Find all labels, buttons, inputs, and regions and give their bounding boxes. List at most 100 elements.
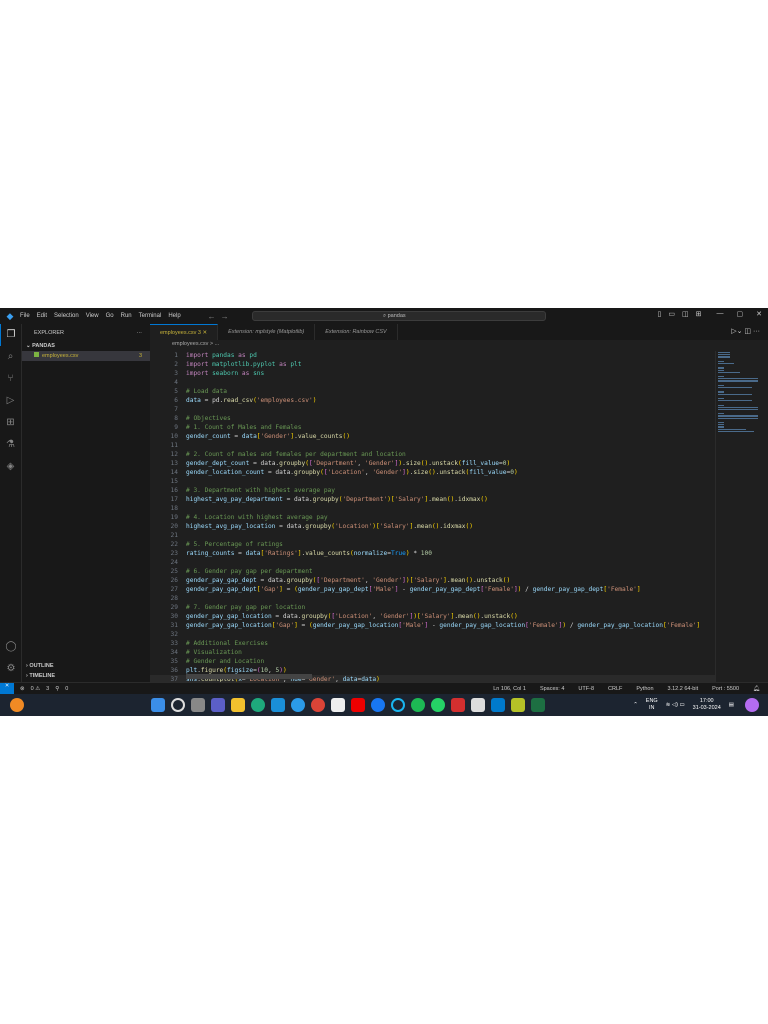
code-line[interactable]: 7 [150,405,715,414]
code-line[interactable]: 16 # 3. Department with highest average p… [150,486,715,495]
menu-go[interactable]: Go [106,313,114,319]
code-line[interactable]: 29 # 7. Gender pay gap per location [150,603,715,612]
search-icon[interactable] [171,698,185,712]
run-debug-icon[interactable]: ▷ [0,390,21,412]
code-line[interactable]: 25 # 6. Gender pay gap per department [150,567,715,576]
code-line[interactable]: 32 [150,630,715,639]
code-line[interactable]: 15 [150,477,715,486]
menu-edit[interactable]: Edit [37,313,47,319]
code-line[interactable]: 10 gender_count = data['Gender'].value_co… [150,432,715,441]
code-line[interactable]: 1 import pandas as pd [150,351,715,360]
teams-icon[interactable] [211,698,225,712]
copilot-icon[interactable] [745,698,759,712]
code-line[interactable]: 3 import seaborn as sns [150,369,715,378]
code-line[interactable]: 17 highest_avg_pay_department = data.grou… [150,495,715,504]
task-view-icon[interactable] [191,698,205,712]
code-line[interactable]: 26 gender_pay_gap_dept = data.groupby(['D… [150,576,715,585]
source-control-icon[interactable]: ⑂ [0,368,21,390]
command-center-search[interactable]: ⌕ pandas [252,311,546,321]
whatsapp-icon[interactable] [431,698,445,712]
close-icon[interactable]: ✕ [756,310,762,318]
network-volume-battery-icon[interactable]: ≋ ◁) ▭ [666,702,685,709]
vscode-icon[interactable] [491,698,505,712]
notepad-icon[interactable] [471,698,485,712]
notification-icon[interactable]: ▤ [729,702,734,709]
file-explorer-icon[interactable] [231,698,245,712]
indentation[interactable]: Spaces: 4 [540,686,564,692]
line-ending[interactable]: CRLF [608,686,622,692]
alexa-icon[interactable] [391,698,405,712]
code-line[interactable]: 21 [150,531,715,540]
code-line[interactable]: 12 # 2. Count of males and females per de… [150,450,715,459]
code-line[interactable]: 27 gender_pay_gap_dept['Gap'] = (gender_p… [150,585,715,594]
encoding[interactable]: UTF-8 [578,686,594,692]
excel-icon[interactable] [531,698,545,712]
menu-selection[interactable]: Selection [54,313,79,319]
app-icon[interactable] [291,698,305,712]
chrome-icon[interactable] [311,698,325,712]
code-line[interactable]: 18 [150,504,715,513]
code-line[interactable]: 23 rating_counts = data['Ratings'].value_… [150,549,715,558]
menu-run[interactable]: Run [121,313,132,319]
remote-icon[interactable]: ⨯ [0,683,14,694]
code-line[interactable]: 13 gender_dept_count = data.groupby(['Dep… [150,459,715,468]
pycharm-icon[interactable] [511,698,525,712]
code-line[interactable]: 14 gender_location_count = data.groupby([… [150,468,715,477]
problems-indicator[interactable]: ⊗ 0 ⚠ 3 [20,686,49,692]
menu-terminal[interactable]: Terminal [139,313,162,319]
code-line[interactable]: 11 [150,441,715,450]
toggle-panel-icon[interactable]: ▭ [668,310,675,318]
code-line[interactable]: 19 # 4. Location with highest average pay [150,513,715,522]
app-icon[interactable] [371,698,385,712]
weather-widget-icon[interactable] [10,698,24,712]
store-icon[interactable] [331,698,345,712]
code-line[interactable]: 4 [150,378,715,387]
timeline-section[interactable]: › TIMELINE [26,673,55,679]
youtube-icon[interactable] [351,698,365,712]
acrobat-icon[interactable] [451,698,465,712]
spotify-icon[interactable] [411,698,425,712]
code-line[interactable]: 8 # Objectives [150,414,715,423]
cursor-position[interactable]: Ln 106, Col 1 [493,686,526,692]
gear-icon[interactable]: ⚙ [0,658,22,680]
app-icon[interactable] [271,698,285,712]
menu-help[interactable]: Help [168,313,180,319]
code-line[interactable]: 31 gender_pay_gap_location['Gap'] = (gend… [150,621,715,630]
account-icon[interactable]: ◯ [0,636,22,658]
clock[interactable]: 17:00 31-03-2024 [693,698,721,712]
toggle-sidebar-icon[interactable]: ▯ [658,310,662,318]
code-line[interactable]: 34 # Visualization [150,648,715,657]
code-editor[interactable]: 1 import pandas as pd 2 import matplotlib.p… [150,351,715,682]
code-line[interactable]: 33 # Additional Exercises [150,639,715,648]
extensions-icon[interactable]: ⊞ [0,412,21,434]
start-icon[interactable] [151,698,165,712]
explorer-icon[interactable]: ❐ [0,324,21,346]
code-line[interactable]: 2 import matplotlib.pyplot as plt [150,360,715,369]
minimize-icon[interactable]: — [717,310,724,318]
code-line[interactable]: 30 gender_pay_gap_location = data.groupby… [150,612,715,621]
code-line[interactable]: 6 data = pd.read_csv('employees.csv') [150,396,715,405]
search-icon[interactable]: ⌕ [0,346,21,368]
code-line[interactable]: 24 [150,558,715,567]
minimap[interactable] [715,351,768,682]
notifications-icon[interactable]: 🔔︎ [753,686,760,692]
tab-extension-mplstyle[interactable]: Extension: mplstyle (Matplotlib) [218,324,316,340]
file-employees-csv[interactable]: employees.csv 3 [22,351,150,361]
customize-layout-icon[interactable]: ⊞ [696,310,702,318]
code-line[interactable]: 35 # Gender and Location [150,657,715,666]
code-line[interactable]: 5 # Load data [150,387,715,396]
language-indicator[interactable]: ENG IN [646,698,658,712]
split-editor-icon[interactable]: ◫ [744,328,751,335]
code-line[interactable]: 22 # 5. Percentage of ratings [150,540,715,549]
more-actions-icon[interactable]: ··· [137,324,143,342]
maximize-icon[interactable]: ▢ [737,310,744,318]
breadcrumb[interactable]: employees.csv > ... [172,341,219,347]
language-mode[interactable]: Python [636,686,653,692]
python-icon[interactable]: ◈ [0,456,21,478]
run-icon[interactable]: ▷⌄ [731,328,742,335]
ports-indicator[interactable]: ⚲ 0 [55,686,68,692]
code-line[interactable]: 9 # 1. Count of Males and Females [150,423,715,432]
horizontal-scrollbar[interactable] [186,674,312,679]
python-interpreter[interactable]: 3.12.2 64-bit [668,686,699,692]
toggle-secondary-sidebar-icon[interactable]: ◫ [682,310,689,318]
